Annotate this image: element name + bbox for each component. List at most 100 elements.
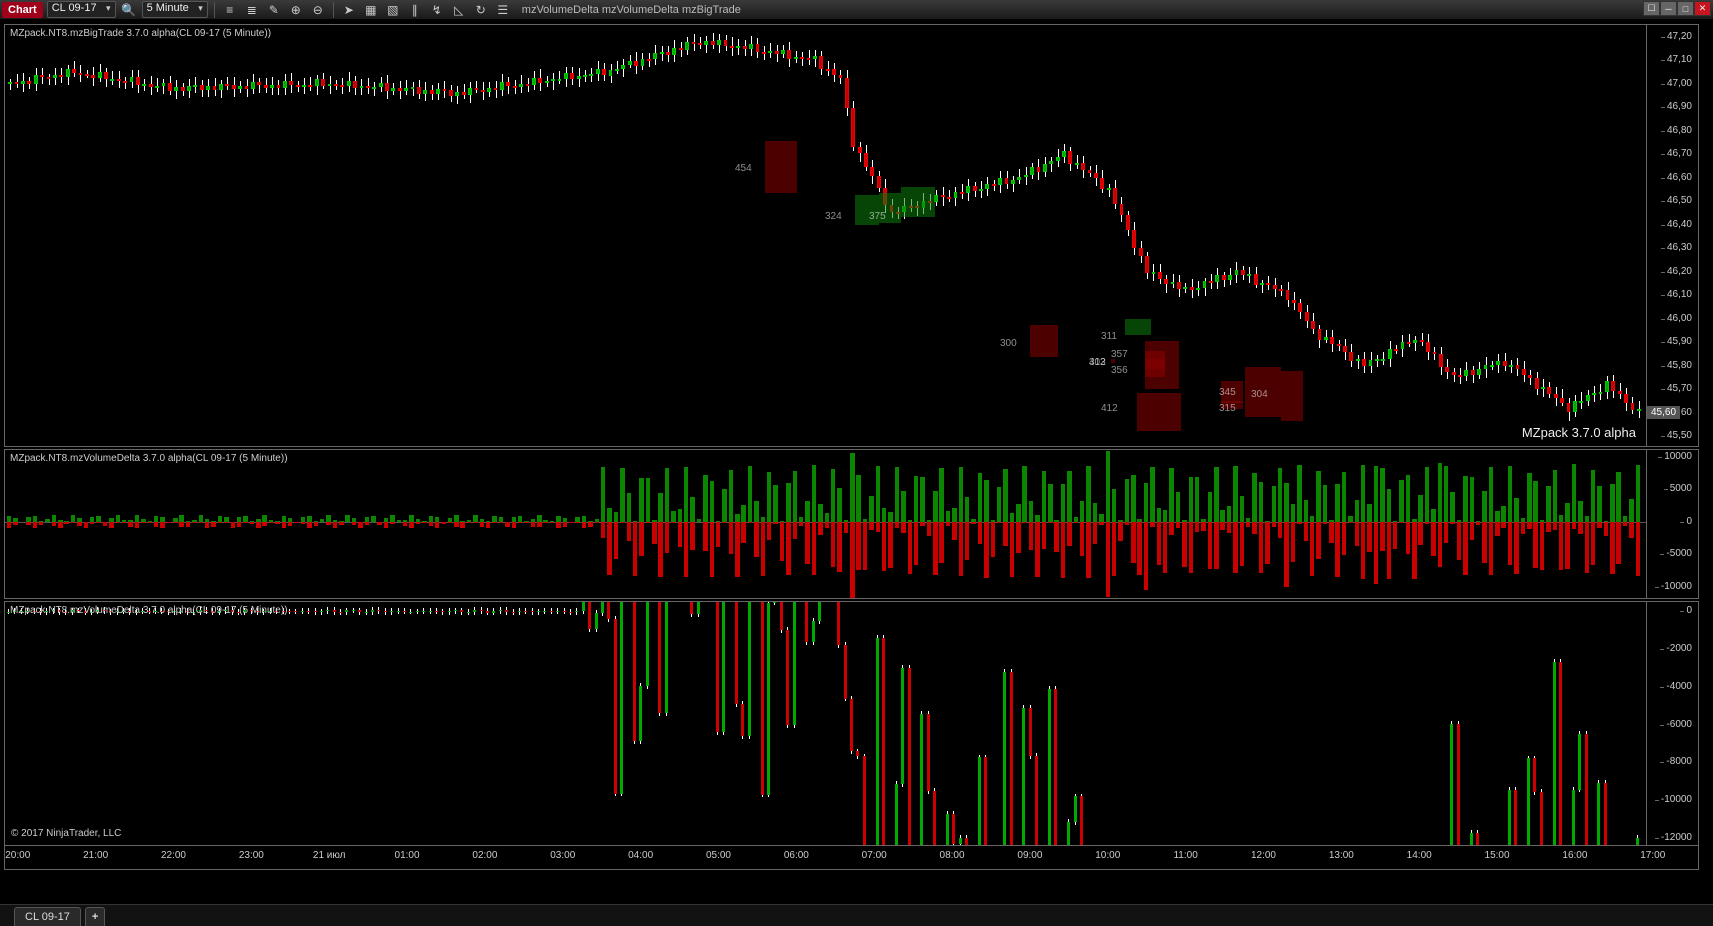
zigzag-icon[interactable]: ↯ [428,1,446,19]
volume-bar [1131,450,1135,598]
volume-bar [1412,450,1416,598]
cum-delta-candle [96,602,100,845]
cum-delta-candle [64,602,68,845]
window-link-icon[interactable]: ☐ [1643,1,1660,16]
candle-body [1286,290,1290,300]
data-icon[interactable]: ▦ [362,1,380,19]
candle-body [1605,381,1609,392]
cum-delta-candle [882,602,886,845]
volume-bar [1086,450,1090,598]
window-max-icon[interactable]: □ [1677,1,1694,16]
volume-bar [933,450,937,598]
volume-bar [614,450,618,598]
pause-icon[interactable]: ∥ [406,1,424,19]
volume-bar [1450,450,1454,598]
candle-body [1535,378,1539,389]
cum-delta-candle [754,602,758,845]
candle-body [1496,361,1500,366]
candle-body [1107,188,1111,190]
cum-delta-candle [1022,602,1026,845]
candle-body [870,167,874,176]
indicator-list-text: mzVolumeDelta mzVolumeDelta mzBigTrade [522,4,741,16]
cum-delta-candle [1482,602,1486,845]
cum-delta-panel[interactable]: MZpack.NT8.mzVolumeDelta 3.7.0 alpha(CL … [4,601,1699,846]
volume-bar [1540,450,1544,598]
cum-delta-candle [939,602,943,845]
volume-bar [275,450,279,598]
candle-body [1241,270,1245,275]
volume-bar [697,450,701,598]
candle-body [577,76,581,79]
candle-body [775,51,779,54]
cum-delta-candle [767,602,771,845]
price-panel[interactable]: MZpack.NT8.mzBigTrade 3.7.0 alpha(CL 09-… [4,24,1699,447]
refresh-icon[interactable]: ↻ [472,1,490,19]
time-tick: 05:00 [706,850,731,861]
cum-delta-candle [1252,602,1256,845]
cum-delta-candle [409,602,413,845]
cum-delta-candle [959,602,963,845]
cum-delta-candle [933,602,937,845]
instrument-select[interactable]: CL 09-17 [47,1,116,18]
volume-axis[interactable]: 1000050000-5000-10000 [1646,450,1698,598]
price-axis[interactable]: 47,2047,1047,0046,9046,8046,7046,6046,50… [1646,25,1698,446]
pencil-icon[interactable]: ✎ [265,1,283,19]
tab-instrument[interactable]: CL 09-17 [14,907,81,926]
candle-body [819,56,823,68]
volume-bar [1616,450,1620,598]
candle-body [1298,303,1302,313]
candle-body [947,197,951,199]
candle-body [455,92,459,96]
timeframe-select[interactable]: 5 Minute [142,1,208,18]
volume-bar [959,450,963,598]
cum-delta-candle [805,602,809,845]
volume-bar [186,450,190,598]
cum-delta-candle [231,602,235,845]
tab-bar: CL 09-17 + [0,904,1713,926]
pointer-icon[interactable]: ➤ [340,1,358,19]
tag-icon[interactable]: ◺ [450,1,468,19]
candle-body [411,87,415,89]
candle-body [743,46,747,49]
candle-body [596,69,600,74]
candle-body [1458,375,1462,377]
candle-body [417,87,421,94]
zoom-out-icon[interactable]: ⊖ [309,1,327,19]
cum-delta-candle [422,602,426,845]
volume-bar [1425,450,1429,598]
tab-add[interactable]: + [85,907,105,926]
volume-bar [658,450,662,598]
cum-delta-candle [1521,602,1525,845]
cum-delta-candle [192,602,196,845]
volume-plot[interactable] [5,450,1646,598]
volume-bar [741,450,745,598]
volume-bar [307,450,311,598]
cum-plot[interactable]: © 2017 NinjaTrader, LLC [5,602,1646,845]
volume-delta-panel[interactable]: MZpack.NT8.mzVolumeDelta 3.7.0 alpha(CL … [4,449,1699,599]
cum-delta-candle [991,602,995,845]
cum-delta-candle [1406,602,1410,845]
volume-bar [435,450,439,598]
candle-body [858,147,862,154]
candle-body [794,57,798,59]
bars-icon[interactable]: ≡ [221,1,239,19]
settings-icon[interactable]: ☰ [494,1,512,19]
window-close-icon[interactable]: ✕ [1694,1,1711,16]
cum-delta-candle [345,602,349,845]
search-icon[interactable]: 🔍 [120,1,138,19]
volume-bar [448,450,452,598]
candle-body [1215,275,1219,282]
cum-axis[interactable]: 0-2000-4000-6000-8000-10000-12000 [1646,602,1698,845]
volume-bar [256,450,260,598]
cum-delta-candle [524,602,528,845]
time-tick: 09:00 [1017,850,1042,861]
volume-bar [1438,450,1442,598]
cum-delta-candle [1418,602,1422,845]
window-min-icon[interactable]: ─ [1660,1,1677,16]
price-plot[interactable]: MZpack 3.7.0 alpha 454324375300311357302… [5,25,1646,446]
time-axis[interactable]: 20:0021:0022:0023:0021 июл01:0002:0003:0… [4,846,1699,870]
zoom-in-icon[interactable]: ⊕ [287,1,305,19]
bolt-icon[interactable]: ≣ [243,1,261,19]
image-icon[interactable]: ▧ [384,1,402,19]
candle-body [826,69,830,71]
